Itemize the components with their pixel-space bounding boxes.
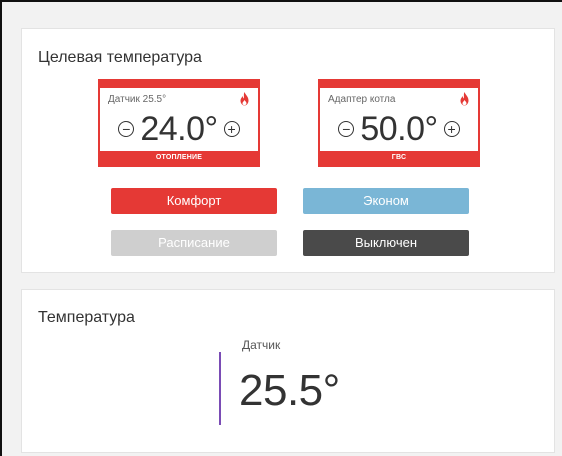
heating-target-value: 24.0° [140, 109, 218, 148]
dhw-decrease-button[interactable]: − [338, 121, 355, 137]
heating-increase-button[interactable]: + [223, 121, 240, 137]
temperature-title: Температура [38, 309, 135, 326]
heating-tile: Датчик 25.5° − 24.0° + ОТОПЛЕНИЕ [98, 79, 260, 167]
tile-top-bar [100, 81, 258, 88]
target-temperature-card: Целевая температура Датчик 25.5° − 24.0°… [22, 29, 554, 272]
temperature-card: Температура Датчик 25.5° [22, 290, 554, 452]
dhw-footer: ГВС [320, 151, 478, 165]
dhw-target-value: 50.0° [360, 109, 438, 148]
plus-icon: + [227, 121, 236, 137]
heating-decrease-button[interactable]: − [118, 121, 135, 137]
sensor-temperature-value: 25.5° [239, 366, 340, 415]
dhw-sensor-label: Адаптер котла [328, 94, 396, 105]
comfort-mode-button[interactable]: Комфорт [111, 188, 277, 214]
econom-mode-button[interactable]: Эконом [303, 188, 469, 214]
heating-control-row: − 24.0° + [100, 109, 258, 148]
sensor-accent-bar [219, 352, 221, 425]
heating-sensor-label: Датчик 25.5° [108, 94, 167, 105]
tile-top-bar [320, 81, 478, 88]
schedule-mode-button[interactable]: Расписание [111, 230, 277, 256]
dhw-control-row: − 50.0° + [320, 109, 478, 148]
target-temperature-title: Целевая температура [38, 49, 202, 66]
flame-icon [460, 92, 469, 106]
flame-icon [240, 92, 249, 106]
dhw-tile: Адаптер котла − 50.0° + ГВС [318, 79, 480, 167]
minus-icon: − [342, 121, 351, 137]
sensor-label: Датчик [242, 338, 281, 352]
heating-footer: ОТОПЛЕНИЕ [100, 151, 258, 165]
off-mode-button[interactable]: Выключен [303, 230, 469, 256]
minus-icon: − [122, 121, 131, 137]
plus-icon: + [447, 121, 456, 137]
dhw-increase-button[interactable]: + [443, 121, 460, 137]
